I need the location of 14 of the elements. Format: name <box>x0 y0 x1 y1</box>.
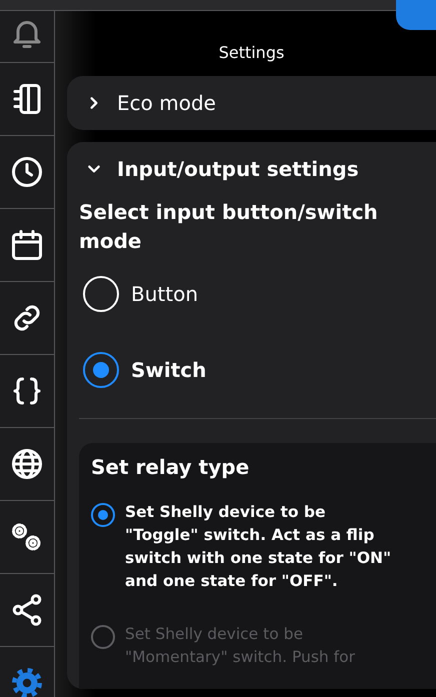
settings-icon[interactable] <box>9 665 45 697</box>
radio-option[interactable]: Switch <box>79 332 436 408</box>
calendar-icon[interactable] <box>9 227 45 263</box>
option-description: Set Shelly device to be "Toggle" switch. Act as a flip switch with one state for "ON" and one state for "OFF". <box>125 502 392 592</box>
clock-icon[interactable] <box>9 154 45 190</box>
radio-option[interactable]: Button <box>79 256 436 332</box>
section-header[interactable]: Input/output settings <box>67 142 436 196</box>
radio-icon[interactable] <box>91 503 115 527</box>
section-header[interactable]: Eco mode <box>67 76 436 130</box>
section-heading: Select input button/switch mode <box>79 199 379 255</box>
section-heading: Set relay type <box>91 455 250 479</box>
option-description: Set Shelly device to be "Momentary" switch. Push for <box>125 624 356 668</box>
page-title: Settings <box>218 43 286 62</box>
globe-icon[interactable] <box>9 446 45 482</box>
